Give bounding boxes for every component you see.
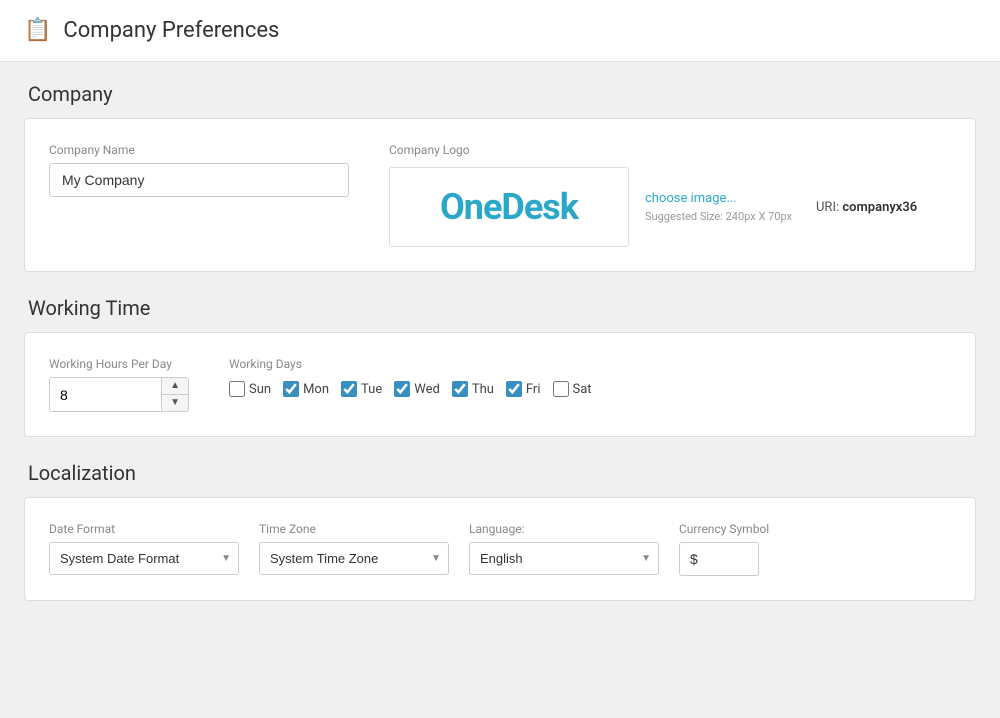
date-format-group: Date Format System Date Format ▼: [49, 522, 239, 575]
days-row: Sun Mon Tue Wed: [229, 381, 592, 397]
logo-preview: OneDesk: [389, 167, 629, 247]
stepper-buttons: ▲ ▼: [161, 378, 188, 411]
company-section-title: Company: [24, 82, 976, 106]
checkbox-sun[interactable]: [229, 381, 245, 397]
currency-group: Currency Symbol: [679, 522, 769, 576]
preferences-icon: 📋: [24, 18, 51, 43]
day-mon-label: Mon: [303, 382, 329, 397]
date-format-select-wrap: System Date Format ▼: [49, 542, 239, 575]
page-header: 📋 Company Preferences: [0, 0, 1000, 62]
company-name-group: Company Name: [49, 143, 349, 197]
working-time-card: Working Hours Per Day ▲ ▼ Working Days: [24, 332, 976, 437]
timezone-label: Time Zone: [259, 522, 449, 536]
day-tue: Tue: [341, 381, 382, 397]
working-time-section: Working Time Working Hours Per Day ▲ ▼: [24, 296, 976, 437]
hours-stepper: ▲ ▼: [49, 377, 189, 412]
timezone-group: Time Zone System Time Zone ▼: [259, 522, 449, 575]
currency-label: Currency Symbol: [679, 522, 769, 536]
timezone-select[interactable]: System Time Zone: [259, 542, 449, 575]
day-thu-label: Thu: [472, 382, 494, 397]
logo-text: OneDesk: [440, 186, 578, 228]
company-logo-group: Company Logo OneDesk choose image... Sug…: [389, 143, 917, 247]
company-name-input[interactable]: [49, 163, 349, 197]
company-name-label: Company Name: [49, 143, 349, 157]
localization-section: Localization Date Format System Date For…: [24, 461, 976, 601]
date-format-label: Date Format: [49, 522, 239, 536]
language-select[interactable]: English: [469, 542, 659, 575]
uri-area: URI: companyx36: [808, 199, 917, 215]
company-logo-label: Company Logo: [389, 143, 917, 157]
hours-input[interactable]: [50, 379, 161, 411]
day-tue-label: Tue: [361, 382, 382, 397]
language-label: Language:: [469, 522, 659, 536]
stepper-down-button[interactable]: ▼: [162, 395, 188, 411]
working-time-section-title: Working Time: [24, 296, 976, 320]
day-sun: Sun: [229, 381, 271, 397]
currency-input[interactable]: [679, 542, 759, 576]
working-hours-group: Working Hours Per Day ▲ ▼: [49, 357, 189, 412]
date-format-select[interactable]: System Date Format: [49, 542, 239, 575]
checkbox-wed[interactable]: [394, 381, 410, 397]
checkbox-tue[interactable]: [341, 381, 357, 397]
checkbox-fri[interactable]: [506, 381, 522, 397]
day-fri-label: Fri: [526, 382, 541, 397]
suggested-size-text: Suggested Size: 240px X 70px: [645, 210, 792, 223]
timezone-select-wrap: System Time Zone ▼: [259, 542, 449, 575]
checkbox-thu[interactable]: [452, 381, 468, 397]
main-content: Company Company Name Company Logo OneDes…: [0, 62, 1000, 645]
working-days-group: Working Days Sun Mon Tue: [229, 357, 592, 397]
working-time-row: Working Hours Per Day ▲ ▼ Working Days: [49, 357, 951, 412]
working-days-label: Working Days: [229, 357, 592, 371]
working-hours-label: Working Hours Per Day: [49, 357, 189, 371]
checkbox-mon[interactable]: [283, 381, 299, 397]
localization-card: Date Format System Date Format ▼ Time Zo…: [24, 497, 976, 601]
day-fri: Fri: [506, 381, 541, 397]
company-fields-row: Company Name Company Logo OneDesk choose…: [49, 143, 951, 247]
day-wed: Wed: [394, 381, 440, 397]
day-sat-label: Sat: [573, 382, 592, 397]
language-group: Language: English ▼: [469, 522, 659, 575]
logo-area: OneDesk choose image... Suggested Size: …: [389, 167, 917, 247]
localization-section-title: Localization: [24, 461, 976, 485]
localization-row: Date Format System Date Format ▼ Time Zo…: [49, 522, 951, 576]
language-select-wrap: English ▼: [469, 542, 659, 575]
day-thu: Thu: [452, 381, 494, 397]
uri-label: URI: companyx36: [816, 200, 917, 215]
checkbox-sat[interactable]: [553, 381, 569, 397]
day-sat: Sat: [553, 381, 592, 397]
uri-value: companyx36: [842, 200, 917, 215]
company-section: Company Company Name Company Logo OneDes…: [24, 82, 976, 272]
choose-image-link[interactable]: choose image...: [645, 191, 792, 206]
day-mon: Mon: [283, 381, 329, 397]
day-wed-label: Wed: [414, 382, 440, 397]
company-card: Company Name Company Logo OneDesk choose…: [24, 118, 976, 272]
stepper-up-button[interactable]: ▲: [162, 378, 188, 395]
logo-actions: choose image... Suggested Size: 240px X …: [645, 191, 792, 223]
day-sun-label: Sun: [249, 382, 271, 397]
page-title: Company Preferences: [63, 18, 279, 43]
